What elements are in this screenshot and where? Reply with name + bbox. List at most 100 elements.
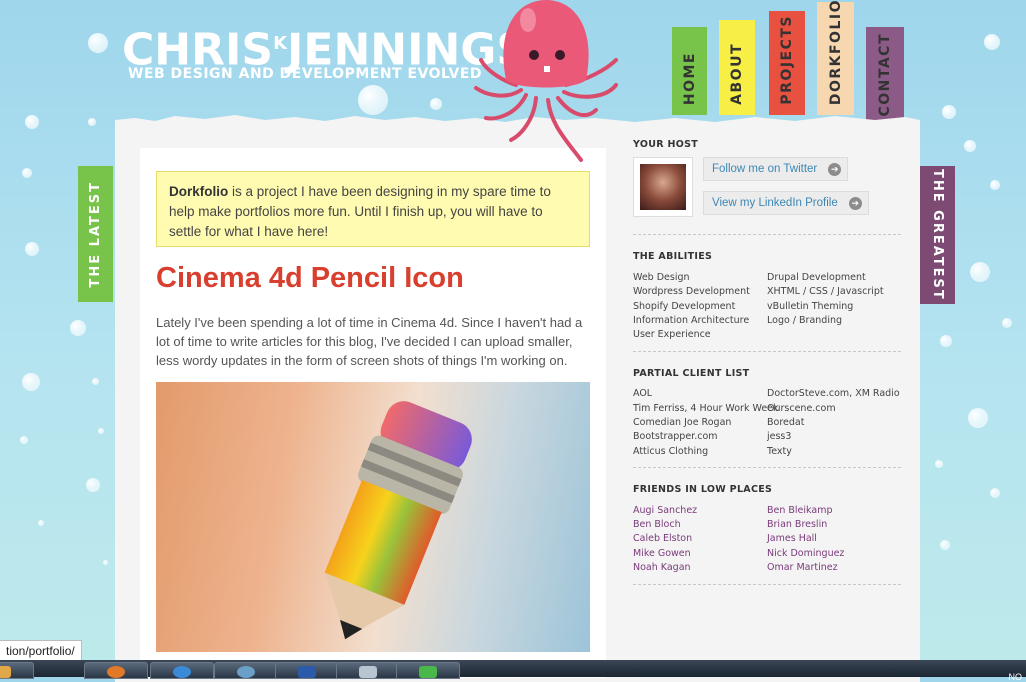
- divider: [633, 467, 901, 468]
- divider: [633, 351, 901, 352]
- arrow-right-icon: ➔: [848, 197, 862, 210]
- friend-link[interactable]: Ben Bleikamp: [767, 505, 832, 516]
- side-tab-the-greatest[interactable]: THE GREATEST: [920, 166, 955, 304]
- ability-item: Web Design: [633, 272, 690, 283]
- bubble: [98, 428, 104, 434]
- client-item: Bootstrapper.com: [633, 431, 718, 442]
- green-app-icon: [419, 666, 437, 678]
- bubble: [88, 33, 108, 53]
- bubble: [970, 262, 990, 282]
- folder-icon: [0, 666, 11, 678]
- bubble: [70, 320, 86, 336]
- friend-link[interactable]: Brian Breslin: [767, 519, 827, 530]
- bubble: [22, 168, 32, 178]
- firefox-icon: [107, 666, 125, 678]
- friend-link[interactable]: Nick Dominguez: [767, 548, 844, 559]
- bubble: [38, 520, 44, 526]
- client-item: Comedian Joe Rogan: [633, 417, 732, 428]
- nav-tab-dorkfolio[interactable]: DORKFOLIO: [817, 0, 854, 115]
- bubble: [430, 98, 442, 110]
- friend-link[interactable]: Caleb Elston: [633, 533, 692, 544]
- client-item: AOL: [633, 388, 653, 399]
- nav-label: CONTACT: [877, 33, 893, 117]
- friend-link[interactable]: Mike Gowen: [633, 548, 691, 559]
- twitter-button[interactable]: Follow me on Twitter ➔: [703, 157, 849, 181]
- status-bar-url: tion/portfolio/: [0, 640, 82, 662]
- bubble: [88, 118, 96, 126]
- window-icon: [359, 666, 377, 678]
- client-item: DoctorSteve.com, XM Radio: [767, 388, 900, 399]
- twitter-button-label: Follow me on Twitter: [712, 163, 818, 175]
- bubble: [990, 180, 1000, 190]
- dorkfolio-notice: Dorkfolio is a project I have been desig…: [156, 171, 590, 247]
- friend-link[interactable]: Omar Martinez: [767, 562, 838, 573]
- client-item: Atticus Clothing: [633, 446, 709, 457]
- bubble: [25, 242, 39, 256]
- friend-link[interactable]: Ben Bloch: [633, 519, 681, 530]
- pencil-icon: [324, 401, 472, 640]
- friend-link[interactable]: James Hall: [767, 533, 817, 544]
- ability-item: Wordpress Development: [633, 286, 750, 297]
- taskbar-button-green-app[interactable]: [396, 662, 460, 679]
- jellyfish-mascot: [474, 0, 618, 162]
- client-item: Tim Ferriss, 4 Hour Work Week: [633, 403, 779, 414]
- post-body: Lately I've been spending a lot of time …: [156, 315, 583, 368]
- nav-tab-projects[interactable]: PROJECTS: [769, 11, 805, 115]
- arrow-right-icon: ➔: [828, 163, 842, 176]
- client-item: Texty: [767, 446, 792, 457]
- friend-link[interactable]: Augi Sanchez: [633, 505, 697, 516]
- client-item: jess3: [767, 431, 792, 442]
- taskbar-button-window[interactable]: [336, 662, 400, 679]
- side-tab-label: THE GREATEST: [930, 169, 945, 301]
- bubble: [25, 115, 39, 129]
- client-item: Ourscene.com: [767, 403, 836, 414]
- taskbar-button-app[interactable]: [214, 662, 278, 679]
- nav-label: HOME: [681, 51, 698, 105]
- ability-item: User Experience: [633, 329, 711, 340]
- bubble: [942, 105, 956, 119]
- divider: [633, 584, 901, 585]
- pencil-render-image[interactable]: [156, 382, 590, 652]
- client-item: Boredat: [767, 417, 805, 428]
- nav-label: PROJECTS: [779, 15, 795, 105]
- nav-tab-about[interactable]: ABOUT: [719, 20, 755, 115]
- word-icon: [298, 666, 316, 678]
- nav-label: DORKFOLIO: [827, 0, 844, 105]
- internet-explorer-icon: [173, 666, 191, 678]
- taskbar-button-firefox[interactable]: [84, 662, 148, 679]
- bubble: [358, 85, 388, 115]
- ability-item: XHTML / CSS / Javascript: [767, 286, 884, 297]
- taskbar-button-ie[interactable]: [150, 662, 214, 679]
- bubble: [92, 378, 99, 385]
- bubble: [940, 335, 952, 347]
- side-tab-the-latest[interactable]: THE LATEST: [78, 166, 113, 302]
- side-tab-label: THE LATEST: [88, 180, 103, 288]
- your-host-heading: YOUR HOST: [633, 139, 699, 150]
- ability-item: Information Architecture: [633, 315, 750, 326]
- bubble: [984, 34, 1000, 50]
- bubble: [990, 488, 1000, 498]
- bubble: [86, 478, 100, 492]
- system-tray-text: NO: [1008, 672, 1023, 682]
- client-list-heading: PARTIAL CLIENT LIST: [633, 368, 750, 379]
- bubble: [964, 140, 976, 152]
- globe-icon: [237, 666, 255, 678]
- linkedin-button[interactable]: View my LinkedIn Profile ➔: [703, 191, 869, 215]
- site-tagline: WEB DESIGN AND DEVELOPMENT EVOLVED: [128, 66, 483, 82]
- taskbar-button-word[interactable]: [275, 662, 339, 679]
- nav-tab-home[interactable]: HOME: [672, 27, 707, 115]
- abilities-heading: THE ABILITIES: [633, 251, 713, 262]
- friend-link[interactable]: Noah Kagan: [633, 562, 691, 573]
- ability-item: vBulletin Theming: [767, 301, 854, 312]
- ability-item: Logo / Branding: [767, 315, 843, 326]
- ability-item: Drupal Development: [767, 272, 866, 283]
- nav-label: ABOUT: [729, 43, 745, 105]
- host-avatar: [633, 157, 693, 217]
- bubble: [935, 460, 943, 468]
- taskbar-button-explorer[interactable]: [0, 662, 34, 679]
- bubble: [20, 436, 28, 444]
- post-title[interactable]: Cinema 4d Pencil Icon: [156, 262, 464, 295]
- bubble: [103, 560, 108, 565]
- bubble: [940, 540, 950, 550]
- bubble: [968, 408, 988, 428]
